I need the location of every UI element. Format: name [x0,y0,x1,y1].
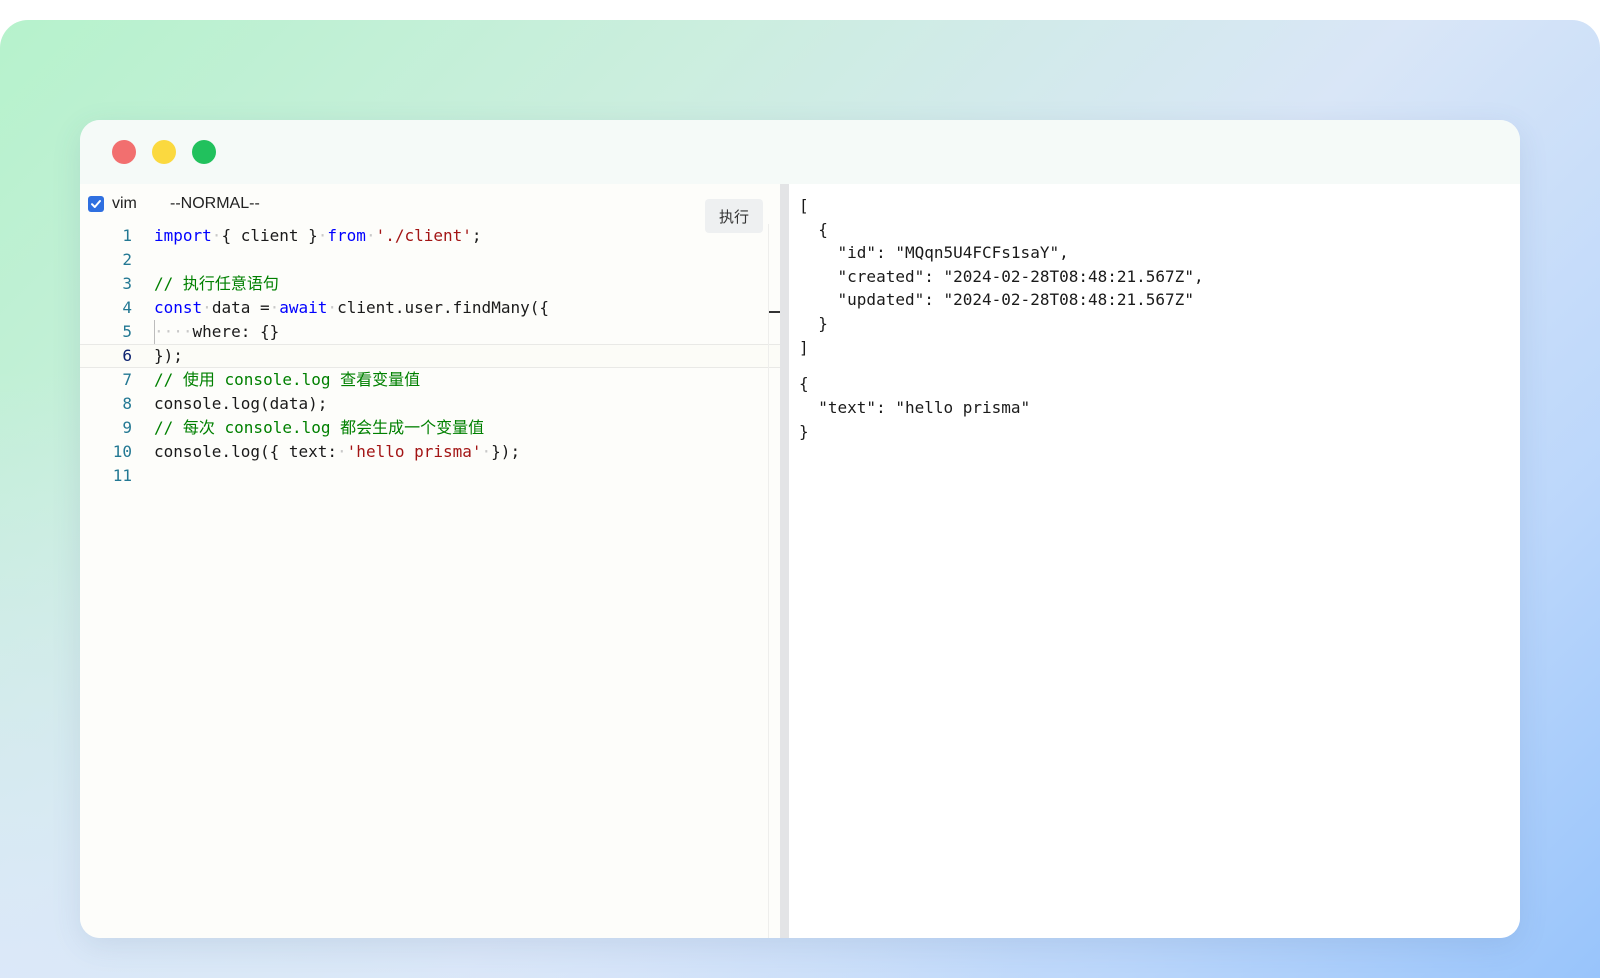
code-text: console.log(data); [154,394,328,413]
maximize-window-button[interactable] [192,140,216,164]
output-result-object: { "text": "hello prisma" } [799,374,1031,441]
line-number: 11 [112,466,132,485]
code-line: 4 const·data =·await·client.user.findMan… [80,296,793,320]
code-line: 5 ····where: {} [80,320,793,344]
code-line: 2 [80,248,793,272]
code-text: }); [154,346,183,365]
code-comment: // 每次 console.log 都会生成一个变量值 [154,418,485,437]
code-text: console.log({ text:·'hello prisma'·}); [154,442,521,461]
line-number: 1 [122,226,132,245]
code-line-current: 6 }); [80,344,793,368]
code-line: 3 // 执行任意语句 [80,272,793,296]
minimize-window-button[interactable] [152,140,176,164]
editor-toolbar: vim --NORMAL-- 执行 [80,184,793,233]
code-text: const·data =·await·client.user.findMany(… [154,298,549,317]
vim-checkbox[interactable] [88,196,104,212]
line-number: 4 [122,298,132,317]
vim-mode-indicator: --NORMAL-- [170,195,260,212]
code-line: 1 import·{ client }·from·'./client'; [80,224,793,248]
line-number: 2 [122,250,132,269]
output-pane: [ { "id": "MQqn5U4FCFs1saY", "created": … [789,184,1520,938]
code-line: 7 // 使用 console.log 查看变量值 [80,368,793,392]
vim-label[interactable]: vim [112,195,137,213]
app-window: vim --NORMAL-- 执行 1 import·{ client }·fr… [80,120,1520,938]
line-number: 5 [122,322,132,341]
code-line: 11 [80,464,793,488]
background: vim --NORMAL-- 执行 1 import·{ client }·fr… [0,20,1600,978]
line-number: 9 [122,418,132,437]
checkmark-icon [91,200,101,208]
line-number: 6 [122,346,132,365]
line-number: 7 [122,370,132,389]
code-line: 10 console.log({ text:·'hello prisma'·})… [80,440,793,464]
close-window-button[interactable] [112,140,136,164]
output-result-array: [ { "id": "MQqn5U4FCFs1saY", "created": … [799,196,1204,357]
code-comment: // 使用 console.log 查看变量值 [154,370,421,389]
code-editor[interactable]: 1 import·{ client }·from·'./client'; 2 3… [80,224,793,488]
line-number: 3 [122,274,132,293]
title-bar [80,120,1520,184]
pane-splitter[interactable] [780,184,789,938]
code-line: 9 // 每次 console.log 都会生成一个变量值 [80,416,793,440]
editor-pane: vim --NORMAL-- 执行 1 import·{ client }·fr… [80,184,793,938]
code-comment: // 执行任意语句 [154,274,279,293]
code-line: 8 console.log(data); [80,392,793,416]
line-number: 10 [112,442,132,461]
code-text: import·{ client }·from·'./client'; [154,226,482,245]
code-text: ····where: {} [154,322,280,341]
line-number: 8 [122,394,132,413]
